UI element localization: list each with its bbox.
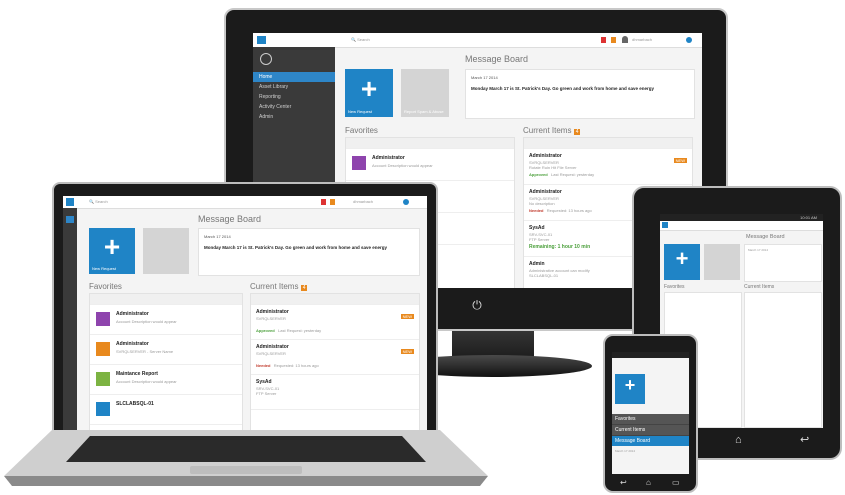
home-icon[interactable]: ⌂	[646, 478, 656, 488]
menu-item-current-items[interactable]: Current Items	[612, 425, 689, 436]
nav-reporting[interactable]: Reporting	[253, 92, 335, 102]
favorites-list: All Accounts Assets Access Reports Admin…	[89, 293, 243, 431]
nav-activity-center[interactable]: Activity Center	[253, 102, 335, 112]
menu-icon[interactable]	[662, 222, 668, 228]
list-item[interactable]: SLCLABSQL-01	[90, 396, 242, 425]
user-icon[interactable]	[622, 36, 628, 43]
back-icon[interactable]: ↩	[800, 434, 812, 446]
message-card: March 17 2014	[744, 244, 822, 282]
flag-icon[interactable]	[601, 37, 606, 43]
nav-home[interactable]: Home	[253, 72, 335, 82]
list-item[interactable]: Administrator Account Description would …	[90, 306, 242, 335]
gear-icon[interactable]	[403, 199, 409, 205]
phone-menu: Favorites Current Items Message Board Ma…	[612, 414, 689, 456]
flag-icon[interactable]	[321, 199, 326, 205]
current-items-title: Current Items	[744, 284, 775, 290]
user-name[interactable]: dhmarbach	[353, 199, 373, 204]
message-card: March 17 2014 Monday March 17 is St. Pat…	[198, 228, 420, 276]
current-items-title: Current Items 4	[523, 126, 581, 135]
message-board-title: Message Board	[746, 234, 785, 240]
nav-admin[interactable]: Admin	[253, 112, 335, 122]
report-tile[interactable]	[143, 228, 189, 274]
search-input[interactable]: 🔍 Search	[89, 199, 108, 204]
current-items-list: All Checked Out Pending Denied Administr…	[250, 293, 420, 431]
new-request-tile[interactable]: +	[615, 374, 645, 404]
phone-screen: + Favorites Current Items Message Board …	[612, 352, 689, 474]
current-items-title: Current Items 4	[250, 282, 308, 291]
list-item[interactable]: Administrator SVRQLSERVER Needed Request…	[251, 341, 419, 375]
favorites-title: Favorites	[664, 284, 685, 290]
back-icon[interactable]: ↩	[620, 478, 630, 488]
power-icon: ⏻	[472, 298, 482, 312]
favorites-title: Favorites	[345, 126, 378, 135]
new-request-tile[interactable]: + New Request	[345, 69, 393, 117]
message-board-title: Message Board	[198, 214, 262, 224]
key-icon[interactable]	[330, 199, 335, 205]
new-request-tile[interactable]: +	[664, 244, 700, 280]
user-name[interactable]: dhmarbach	[632, 37, 652, 42]
laptop-base	[4, 430, 488, 486]
new-request-tile[interactable]: + New Request	[89, 228, 135, 274]
menu-icon[interactable]	[66, 198, 74, 206]
home-icon[interactable]: ⌂	[735, 434, 747, 446]
message-card: March 17 2014 Monday March 17 is St. Pat…	[465, 69, 695, 119]
report-tile[interactable]: Report Spam & Abuse	[401, 69, 449, 117]
favorites-title: Favorites	[89, 282, 122, 291]
key-icon[interactable]	[611, 37, 616, 43]
sidebar-collapsed	[63, 208, 77, 431]
list-item[interactable]: Administrator SVRQLSERVER Rotate Ruin Hi…	[524, 150, 692, 185]
laptop-screen: 🔍 Search dhmarbach Message Board + New R…	[63, 196, 427, 431]
list-item[interactable]: Maintance Report Account Description wou…	[90, 366, 242, 395]
status-time: 10:01 AM	[800, 215, 817, 220]
menu-item-favorites[interactable]: Favorites	[612, 414, 689, 425]
search-icon: 🔍	[351, 37, 356, 42]
current-items-list	[744, 292, 822, 428]
search-icon: 🔍	[89, 199, 94, 204]
recent-icon[interactable]: ▭	[672, 478, 682, 488]
logo	[260, 53, 272, 65]
search-input[interactable]: 🔍 Search	[351, 37, 370, 42]
menu-item-message-board[interactable]: Message Board	[612, 436, 689, 446]
list-item[interactable]: SysAd SRV-SVC-01 FTP Server	[251, 376, 419, 410]
list-item[interactable]: Administrator Account Description would …	[346, 150, 514, 181]
gear-icon[interactable]	[686, 37, 692, 43]
list-item[interactable]: Administrator SVRQLSERVER Approved Last …	[251, 306, 419, 340]
message-board-title: Message Board	[465, 54, 529, 64]
nav-asset-library[interactable]: Asset Library	[253, 82, 335, 92]
report-tile[interactable]	[704, 244, 740, 280]
list-item[interactable]: Administrator SVRQLSERVER - Server Name	[90, 336, 242, 365]
menu-icon[interactable]	[257, 36, 266, 44]
